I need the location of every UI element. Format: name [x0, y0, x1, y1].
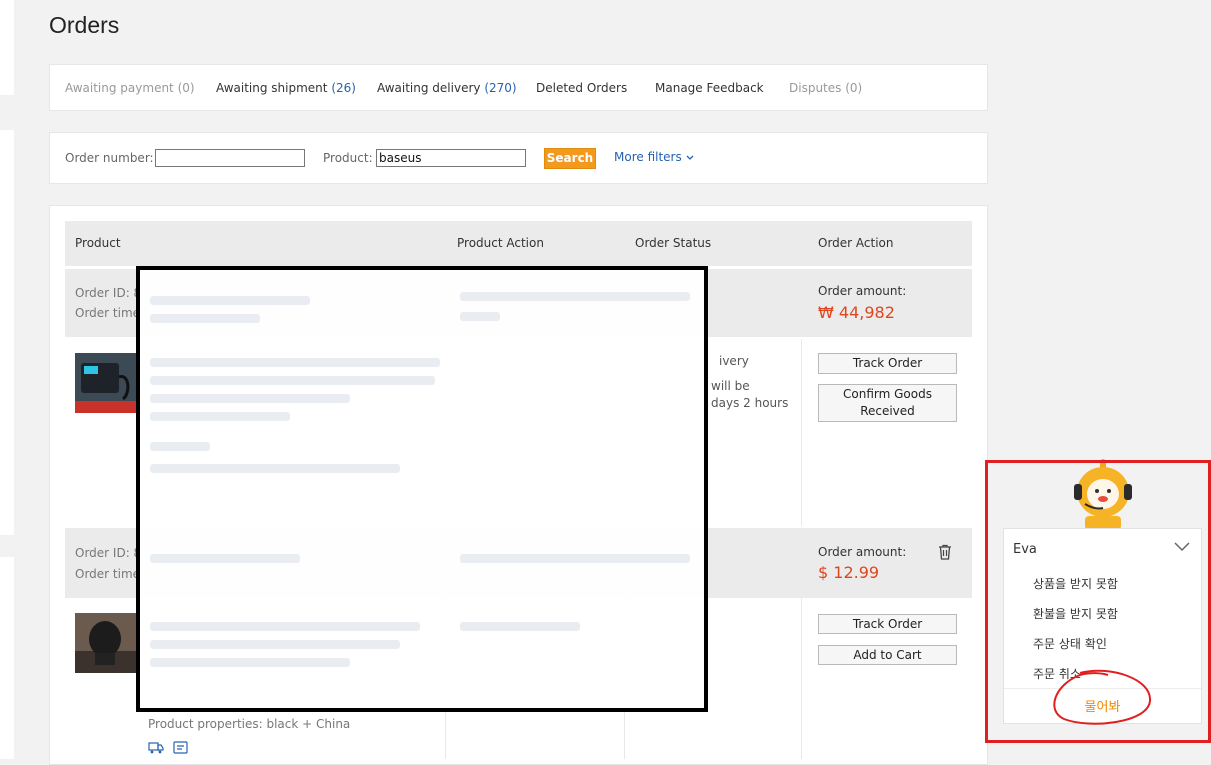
product-input[interactable]	[376, 149, 526, 167]
tab-manage-feedback[interactable]: Manage Feedback	[655, 81, 764, 95]
product-thumbnail[interactable]	[75, 353, 137, 413]
tab-count: (26)	[331, 81, 356, 95]
blurred-text	[150, 658, 350, 667]
blurred-text	[150, 442, 210, 451]
left-panel-strip	[0, 0, 14, 95]
order-amount-label: Order amount:	[818, 284, 907, 298]
blurred-text	[150, 358, 440, 367]
blurred-text	[150, 394, 350, 403]
blurred-text	[150, 412, 290, 421]
blurred-text	[150, 314, 260, 323]
blurred-text	[150, 640, 400, 649]
blurred-text	[150, 376, 435, 385]
tab-awaiting-shipment[interactable]: Awaiting shipment (26)	[216, 81, 356, 95]
header-product: Product	[75, 236, 121, 250]
redaction-box	[136, 266, 708, 712]
shipping-icon[interactable]	[148, 741, 164, 754]
orders-table-header: Product Product Action Order Status Orde…	[65, 221, 972, 266]
order-tabs: Awaiting payment (0) Awaiting shipment (…	[49, 64, 988, 111]
left-panel-strip	[0, 130, 14, 535]
more-filters-link[interactable]: More filters	[614, 150, 694, 164]
header-order-action: Order Action	[818, 236, 894, 250]
confirm-goods-received-button[interactable]: Confirm Goods Received	[818, 384, 957, 422]
tab-deleted-orders[interactable]: Deleted Orders	[536, 81, 627, 95]
more-filters-label: More filters	[614, 150, 682, 164]
header-product-action: Product Action	[457, 236, 544, 250]
order-amount-label: Order amount:	[818, 545, 907, 559]
tab-count: (270)	[484, 81, 517, 95]
tab-awaiting-delivery[interactable]: Awaiting delivery (270)	[377, 81, 517, 95]
tab-disputes[interactable]: Disputes (0)	[789, 81, 862, 95]
track-order-button[interactable]: Track Order	[818, 353, 957, 374]
add-to-cart-button[interactable]: Add to Cart	[818, 645, 957, 665]
tab-awaiting-payment[interactable]: Awaiting payment (0)	[65, 81, 195, 95]
blurred-text	[460, 554, 690, 563]
order-number-input[interactable]	[155, 149, 305, 167]
order-id-label: Order ID: 8	[75, 546, 142, 560]
order-status-note: will be	[711, 379, 750, 393]
blurred-text	[460, 312, 500, 321]
filter-bar: Order number: Product: Search More filte…	[49, 132, 988, 184]
tab-label: Awaiting shipment	[216, 81, 332, 95]
order-status-note: days 2 hours	[711, 396, 789, 410]
product-label: Product:	[323, 151, 373, 165]
product-properties: Product properties: black + China	[148, 717, 351, 731]
blurred-text	[150, 554, 300, 563]
annotation-highlight-box	[985, 460, 1211, 743]
chevron-down-icon	[686, 155, 694, 160]
blurred-text	[460, 292, 690, 301]
header-order-status: Order Status	[635, 236, 712, 250]
order-number-label: Order number:	[65, 151, 154, 165]
order-time-label: Order time	[75, 567, 141, 581]
page-title: Orders	[49, 12, 120, 38]
blurred-text	[150, 296, 310, 305]
order-amount-value: $ 12.99	[818, 563, 880, 582]
order-id-label: Order ID: 8	[75, 286, 142, 300]
order-status-text: ivery	[719, 354, 749, 368]
search-button[interactable]: Search	[544, 148, 596, 169]
order-amount-value: ₩ 44,982	[818, 303, 895, 322]
blurred-text	[150, 464, 400, 473]
blurred-text	[460, 622, 580, 631]
trash-icon[interactable]	[937, 544, 953, 560]
track-order-button[interactable]: Track Order	[818, 614, 957, 634]
product-thumbnail[interactable]	[75, 613, 137, 673]
blurred-text	[150, 622, 420, 631]
document-icon[interactable]	[173, 741, 188, 754]
column-divider	[801, 598, 802, 759]
column-divider	[801, 339, 802, 526]
tab-label: Awaiting delivery	[377, 81, 485, 95]
left-panel-strip	[0, 557, 14, 759]
order-time-label: Order time	[75, 306, 141, 320]
